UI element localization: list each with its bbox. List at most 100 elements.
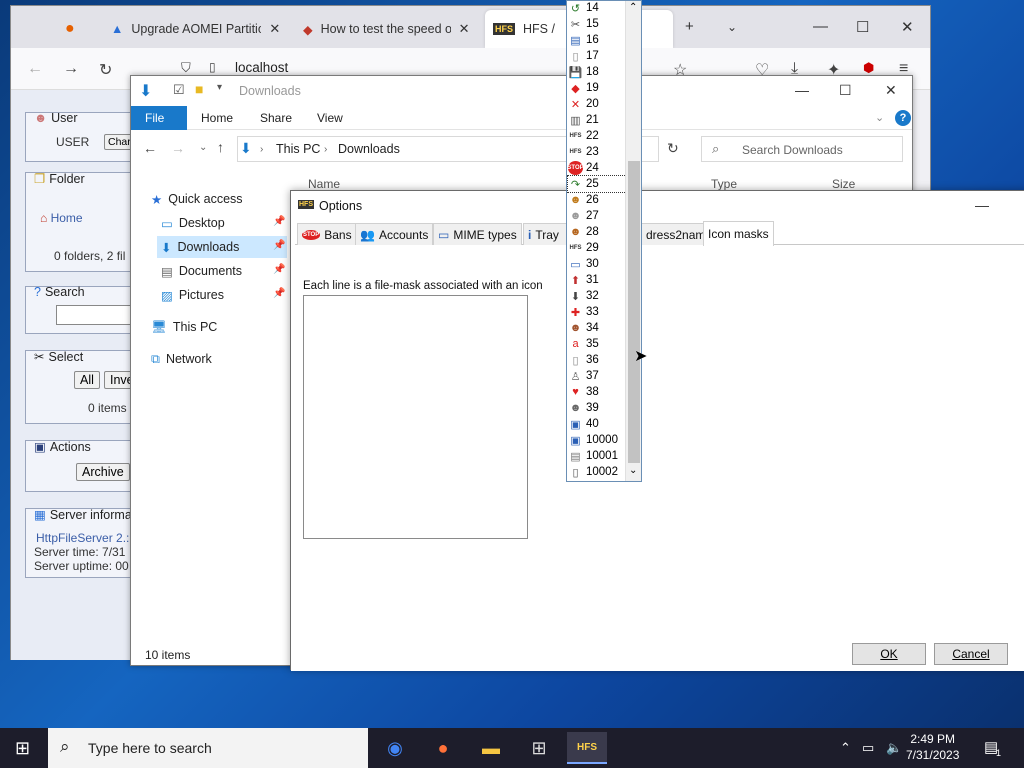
nav-desktop[interactable]: ▭ Desktop bbox=[161, 212, 225, 234]
nav-network[interactable]: ⧉ Network bbox=[151, 348, 212, 370]
explorer-search-input[interactable]: ⌕ Search Downloads bbox=[701, 136, 903, 162]
icon-option[interactable]: ✕ 20 bbox=[568, 96, 626, 112]
tab-aomei[interactable]: ▲ Upgrade AOMEI Partition ✕ bbox=[103, 10, 288, 48]
forward-icon[interactable]: → bbox=[171, 140, 185, 156]
tab-icon-masks[interactable]: Icon masks bbox=[703, 221, 774, 246]
icon-option[interactable]: HFS 22 bbox=[568, 128, 626, 144]
close-tab-icon[interactable]: ✕ bbox=[269, 21, 280, 37]
firefox-icon[interactable]: ● bbox=[423, 732, 463, 764]
back-icon[interactable]: ← bbox=[27, 60, 43, 78]
select-all-button[interactable]: All bbox=[74, 371, 100, 389]
forward-icon[interactable]: → bbox=[63, 60, 79, 78]
help-icon[interactable]: ? bbox=[895, 110, 911, 126]
cancel-button[interactable]: Cancel bbox=[934, 643, 1008, 665]
icon-option[interactable]: ☻ 26 bbox=[568, 192, 626, 208]
archive-button[interactable]: Archive bbox=[76, 463, 130, 481]
icon-option[interactable]: 💾 18 bbox=[568, 64, 626, 80]
nav-this-pc[interactable]: 🖥 This PC bbox=[151, 316, 217, 338]
icon-option[interactable]: ▣ 10000 bbox=[568, 432, 626, 448]
column-type[interactable]: Type bbox=[711, 177, 737, 191]
options-minimize-icon[interactable]: — bbox=[975, 197, 989, 213]
icon-option[interactable]: ♥ 38 bbox=[568, 384, 626, 400]
icon-option[interactable]: ⬆ 31 bbox=[568, 272, 626, 288]
maximize-icon[interactable]: ☐ bbox=[856, 18, 869, 36]
icon-option[interactable]: ▥ 21 bbox=[568, 112, 626, 128]
server-version-link[interactable]: HttpFileServer 2.: bbox=[36, 531, 129, 545]
nav-documents[interactable]: ▤ Documents bbox=[161, 260, 242, 282]
icon-option[interactable]: ◆ 19 bbox=[568, 80, 626, 96]
column-size[interactable]: Size bbox=[832, 177, 855, 191]
dropdown-scrollbar[interactable]: ⌃ ⌄ bbox=[625, 1, 641, 481]
list-tabs-icon[interactable]: ⌄ bbox=[727, 20, 737, 34]
tracking-shield-icon[interactable]: ⛉ bbox=[181, 60, 191, 76]
icon-option[interactable]: ▣ 40 bbox=[568, 416, 626, 432]
url-field[interactable]: localhost bbox=[235, 60, 288, 75]
explorer-minimize-icon[interactable]: — bbox=[795, 82, 809, 98]
icon-option[interactable]: STOP 24 bbox=[567, 160, 626, 176]
home-link[interactable]: ⌂ Home bbox=[40, 211, 83, 225]
explorer-maximize-icon[interactable]: ☐ bbox=[839, 82, 852, 99]
icon-option[interactable]: ▯ 36 bbox=[568, 352, 626, 368]
nav-quick-access[interactable]: ★ Quick access bbox=[151, 188, 243, 210]
expand-ribbon-icon[interactable]: ⌄ bbox=[875, 106, 884, 130]
tab-accounts[interactable]: 👥 Accounts bbox=[355, 223, 434, 245]
customize-qat-icon[interactable]: ▾ bbox=[217, 82, 222, 93]
icon-option[interactable]: ♙ 37 bbox=[568, 368, 626, 384]
icon-option[interactable]: ▯ 10002 bbox=[568, 464, 626, 480]
ribbon-tab-view[interactable]: View bbox=[317, 106, 343, 130]
ok-button[interactable]: OK bbox=[852, 643, 926, 665]
ribbon-tab-file[interactable]: File bbox=[131, 106, 187, 130]
taskbar-clock[interactable]: 2:49 PM 7/31/2023 bbox=[906, 731, 959, 763]
icon-option[interactable]: ☻ 34 bbox=[568, 320, 626, 336]
minimize-icon[interactable]: — bbox=[813, 18, 828, 35]
scroll-down-icon[interactable]: ⌄ bbox=[629, 465, 637, 476]
properties-check-icon[interactable]: ☑ bbox=[173, 82, 185, 98]
explorer-close-icon[interactable]: ✕ bbox=[885, 82, 897, 99]
scrollbar-thumb[interactable] bbox=[628, 161, 640, 463]
icon-option[interactable]: ⬇ 32 bbox=[568, 288, 626, 304]
tab-speed-test[interactable]: ◆ How to test the speed of ✕ bbox=[295, 10, 478, 48]
breadcrumb-downloads[interactable]: Downloads bbox=[338, 142, 400, 156]
icon-option[interactable]: ↺ 14 bbox=[568, 0, 626, 16]
nav-downloads[interactable]: ⬇ Downloads bbox=[157, 236, 287, 258]
page-info-icon[interactable]: ▯ bbox=[209, 60, 216, 74]
volume-icon[interactable]: 🔈 bbox=[886, 740, 902, 756]
tab-mime-types[interactable]: ▭ MIME types bbox=[433, 223, 522, 245]
icon-option[interactable]: ▤ 10001 bbox=[568, 448, 626, 464]
chrome-icon[interactable]: ◉ bbox=[375, 732, 415, 764]
ribbon-tab-home[interactable]: Home bbox=[201, 106, 233, 130]
new-tab-icon[interactable]: + bbox=[685, 18, 694, 35]
up-icon[interactable]: ↑ bbox=[217, 139, 224, 155]
icon-option[interactable]: ▭ 30 bbox=[568, 256, 626, 272]
back-icon[interactable]: ← bbox=[143, 140, 157, 156]
network-status-icon[interactable]: ▭ bbox=[862, 740, 874, 756]
close-tab-icon[interactable]: ✕ bbox=[459, 21, 470, 37]
show-hidden-icons-icon[interactable]: ⌃ bbox=[840, 740, 851, 756]
icon-option[interactable]: ▤ 16 bbox=[568, 32, 626, 48]
firefox-view-tab[interactable]: ● bbox=[57, 10, 97, 48]
tab-bans[interactable]: STOP Bans bbox=[297, 223, 357, 245]
icon-option[interactable]: a 35 bbox=[568, 336, 626, 352]
hfs-taskbar-icon[interactable]: HFS bbox=[567, 732, 607, 764]
breadcrumb-this-pc[interactable]: This PC bbox=[276, 142, 320, 156]
icon-option[interactable]: ☻ 27 bbox=[568, 208, 626, 224]
ribbon-tab-share[interactable]: Share bbox=[260, 106, 292, 130]
icon-option[interactable]: ✚ 33 bbox=[568, 304, 626, 320]
close-window-icon[interactable]: ✕ bbox=[901, 18, 914, 36]
icon-masks-textarea[interactable] bbox=[303, 295, 528, 539]
recent-locations-icon[interactable]: ⌄ bbox=[199, 142, 207, 153]
icon-option[interactable]: ✂ 15 bbox=[568, 16, 626, 32]
icon-option[interactable]: ↷ 25 bbox=[567, 175, 627, 193]
icon-option[interactable]: ☻ 28 bbox=[568, 224, 626, 240]
scroll-up-icon[interactable]: ⌃ bbox=[629, 2, 637, 13]
start-windows-icon[interactable]: ⊞ bbox=[15, 738, 30, 759]
icon-option[interactable]: HFS 29 bbox=[568, 240, 626, 256]
reload-icon[interactable]: ↻ bbox=[99, 60, 112, 80]
column-name[interactable]: Name bbox=[308, 177, 340, 191]
icon-option[interactable]: HFS 23 bbox=[568, 144, 626, 160]
store-icon[interactable]: ⊞ bbox=[519, 732, 559, 764]
icon-option[interactable]: ▯ 17 bbox=[568, 48, 626, 64]
icon-dropdown-list[interactable]: ↺ 14 ✂ 15 ▤ 16 ▯ 17 💾 18 ◆ 19 ✕ 20 ▥ 21 HFS 22 HFS 23 STOP 24… bbox=[566, 0, 642, 482]
taskbar-search[interactable]: ⌕ Type here to search bbox=[48, 728, 368, 768]
file-explorer-icon[interactable]: ▬ bbox=[471, 732, 511, 764]
